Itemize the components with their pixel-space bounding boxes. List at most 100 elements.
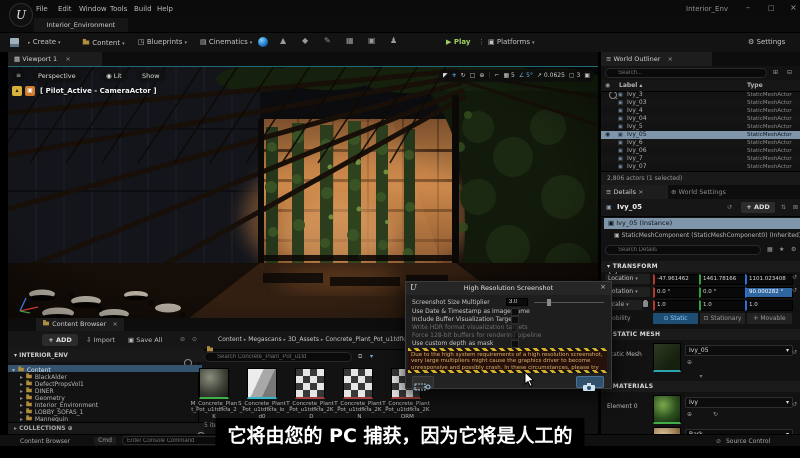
viewport-menu-button[interactable]: ≡	[12, 70, 25, 82]
mobility-movable-button[interactable]: ✛ Movable	[747, 313, 792, 324]
filter-icon[interactable]: ▾	[370, 353, 373, 360]
outliner-row[interactable]: ▣Ivy_04StaticMeshActor	[601, 115, 800, 123]
type-column-header[interactable]: Type	[747, 82, 763, 89]
animation-mode-icon[interactable]: ♟	[390, 36, 397, 45]
folder-row-content[interactable]: Content	[8, 365, 202, 372]
camera-speed-icon[interactable]: ▢ 3	[569, 71, 580, 81]
show-button[interactable]: Show	[136, 70, 166, 82]
material-options-icon[interactable]: ↻	[713, 411, 718, 418]
status-content-browser-button[interactable]: Content Browser	[20, 438, 70, 445]
stop-pilot-button[interactable]: ▴	[12, 86, 22, 96]
rotate-tool-icon[interactable]: ↻	[461, 71, 466, 81]
source-control-button[interactable]: Source Control	[726, 438, 770, 445]
outliner-row[interactable]: ▣Ivy_5StaticMeshActor	[601, 123, 800, 131]
dialog-close-icon[interactable]: ×	[600, 283, 606, 291]
location-y-field[interactable]: 1461.78166	[699, 274, 747, 285]
details-search-input[interactable]	[605, 245, 761, 255]
pilot-camera-button[interactable]: ▣	[25, 86, 35, 96]
static-mesh-combo[interactable]: Ivy_05▾	[685, 345, 793, 356]
scale-snap-icon[interactable]: ↗ 0.0625	[537, 71, 565, 81]
outliner-search-input[interactable]	[605, 68, 767, 78]
folder-row[interactable]: Geometry	[20, 393, 65, 400]
rotation-x-field[interactable]: 0.0 °	[653, 287, 701, 298]
outliner-tab[interactable]: ≡ World Outliner	[601, 52, 712, 66]
world-space-icon[interactable]: ⊕	[479, 71, 484, 81]
outliner-row[interactable]: ▣Ivy_6StaticMeshActor	[601, 139, 800, 147]
outliner-settings-icon[interactable]: ⊟	[787, 69, 792, 76]
reset-element0-icon[interactable]: ↺	[792, 401, 797, 408]
blueprints-button[interactable]: ◳ Blueprints	[138, 38, 187, 46]
reset-static-mesh-icon[interactable]: ↺	[792, 349, 797, 356]
reset-location-icon[interactable]: ↺	[792, 274, 797, 281]
gear-icon[interactable]	[791, 246, 796, 253]
location-x-field[interactable]: -47.961462	[653, 274, 701, 285]
folder-row[interactable]: LOBBY_SOFAS_1	[20, 407, 83, 414]
menu-edit[interactable]: Edit	[58, 5, 72, 13]
maximize-viewport-icon[interactable]: ▣	[584, 71, 590, 81]
grid-snap-icon[interactable]: ▦ 5	[503, 71, 514, 81]
world-settings-tab[interactable]: ⊕ World Settings	[667, 185, 726, 199]
mesh-paint-mode-icon[interactable]: ✎	[324, 36, 331, 45]
dialog-title-bar[interactable]: U High Resolution Screenshot ×	[406, 282, 611, 295]
take-screenshot-button[interactable]	[576, 376, 604, 388]
selection-mode-icon[interactable]	[258, 37, 268, 47]
rotation-y-field[interactable]: 0.0 °	[699, 287, 747, 298]
eye-icon[interactable]: ◉	[605, 82, 610, 89]
outliner-row[interactable]: ▣Ivy_3StaticMeshActor	[601, 91, 800, 99]
outliner-row-selected[interactable]: ◉▣Ivy_05StaticMeshActor	[601, 131, 800, 139]
sources-header[interactable]: ▾ INTERIOR_ENV	[8, 349, 204, 362]
menu-tools[interactable]: Tools	[110, 5, 127, 13]
location-z-field[interactable]: 1101.023408	[745, 274, 793, 285]
folder-row[interactable]: DINER	[20, 386, 54, 393]
add-asset-button[interactable]: + ADD	[42, 334, 78, 346]
reset-rotation-icon[interactable]: ↺	[792, 287, 797, 294]
menu-help[interactable]: Help	[157, 5, 173, 13]
forward-icon[interactable]: ⊙	[192, 336, 197, 343]
brush-editing-mode-icon[interactable]: ▣	[368, 36, 376, 45]
content-button[interactable]: Content	[82, 38, 125, 47]
settings-button[interactable]: Settings	[748, 38, 785, 46]
mobility-stationary-button[interactable]: ⊡ Stationary	[700, 313, 745, 324]
label-column-header[interactable]: Label ▴	[619, 82, 642, 89]
multiplier-value-field[interactable]	[506, 298, 528, 306]
cb-search-input[interactable]	[204, 352, 352, 362]
select-tool-icon[interactable]: ◤	[443, 71, 448, 81]
outliner-row[interactable]: ▣Ivy_07StaticMeshActor	[601, 163, 800, 171]
folder-row[interactable]: Interior_Environment	[20, 400, 98, 407]
outliner-row[interactable]: ▣Ivy_7StaticMeshActor	[601, 155, 800, 163]
new-folder-icon[interactable]: ⊞	[773, 69, 778, 76]
rotation-z-field[interactable]: 90.000282 °	[745, 287, 793, 298]
breadcrumb-asset-folder[interactable]: Concrete_Plant_Pot_u1tdfkfa	[325, 336, 411, 343]
element0-thumbnail[interactable]	[653, 395, 681, 424]
breadcrumb[interactable]: Content Megascans 3D_Assets Concrete_Pla…	[218, 336, 411, 343]
folder-row[interactable]: DefectPropsVol1	[20, 379, 84, 386]
viewport-tab[interactable]: ▦ Viewport 1	[8, 52, 102, 66]
fracture-mode-icon[interactable]: ▦	[346, 36, 354, 45]
details-tab[interactable]: ≡ Details	[601, 185, 668, 199]
instance-row[interactable]: ▣ Ivy_05 (Instance)	[604, 218, 800, 229]
close-icon[interactable]	[65, 55, 70, 63]
folder-row[interactable]: BlackAlder	[20, 372, 67, 379]
close-icon[interactable]	[638, 188, 643, 196]
scale-x-field[interactable]: 1.0	[653, 300, 701, 311]
scale-y-field[interactable]: 1.0	[699, 300, 747, 311]
component-row[interactable]: ▣ StaticMeshComponent (StaticMeshCompone…	[614, 231, 800, 241]
close-icon[interactable]	[112, 320, 117, 328]
platforms-button[interactable]: ▣ Platforms	[488, 38, 535, 46]
lit-button[interactable]: ◉ Lit	[100, 70, 128, 82]
display-filter-icon[interactable]: ▦	[767, 246, 773, 253]
close-button[interactable]: ×	[790, 3, 797, 12]
maximize-button[interactable]: □	[768, 4, 775, 12]
play-options-icon[interactable]: ⋮	[478, 38, 485, 46]
outliner-row[interactable]: ▣Ivy_4StaticMeshActor	[601, 107, 800, 115]
element0-combo[interactable]: Ivy▾	[685, 397, 793, 408]
angle-snap-icon[interactable]: ∠ 5°	[519, 71, 533, 81]
menu-file[interactable]: File	[36, 5, 48, 13]
materials-section-header[interactable]: ▾ MATERIALS	[601, 381, 800, 392]
static-mesh-section-header[interactable]: ▾ STATIC MESH	[601, 329, 800, 340]
static-mesh-thumbnail[interactable]	[653, 343, 681, 372]
close-icon[interactable]	[667, 55, 672, 63]
lock-icon[interactable]: ⊠	[793, 204, 798, 211]
asset-tile-texture[interactable]: T_Concrete_Plant_Pot_u1tdfkfa_2K_D	[286, 368, 334, 421]
expand-section-chevron[interactable]: ▾	[601, 373, 800, 380]
